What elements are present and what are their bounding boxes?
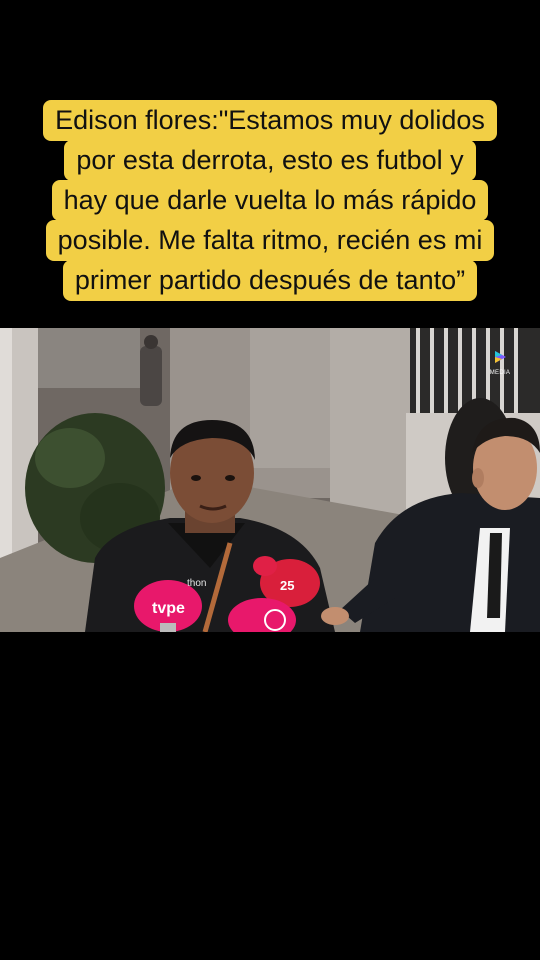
caption-line: primer partido después de tanto” [62, 260, 478, 301]
caption-line: por esta derrota, esto es futbol y [64, 140, 476, 181]
jersey-brand-text: thon [187, 578, 206, 589]
play-logo-icon [495, 351, 506, 363]
caption-line: hay que darle vuelta lo más rápido [51, 180, 489, 221]
media-watermark: MEDIA [489, 350, 511, 376]
caption-block: Edison flores:"Estamos muy dolidos por e… [0, 100, 540, 301]
caption-line: Edison flores:"Estamos muy dolidos [43, 100, 497, 141]
video-frame[interactable]: tvpe 25 thon [0, 328, 540, 632]
distant-person [140, 346, 162, 406]
interview-scene: tvpe 25 thon [0, 328, 540, 632]
watermark-label: MEDIA [489, 370, 511, 376]
microphone-small [253, 556, 277, 576]
tvpe-mic-label: tvpe [152, 600, 185, 617]
reporter-hand [321, 607, 349, 625]
latina-mic-label: 25 [280, 578, 294, 593]
caption-line: posible. Me falta ritmo, recién es mi [45, 220, 495, 261]
wall-column [330, 328, 410, 528]
